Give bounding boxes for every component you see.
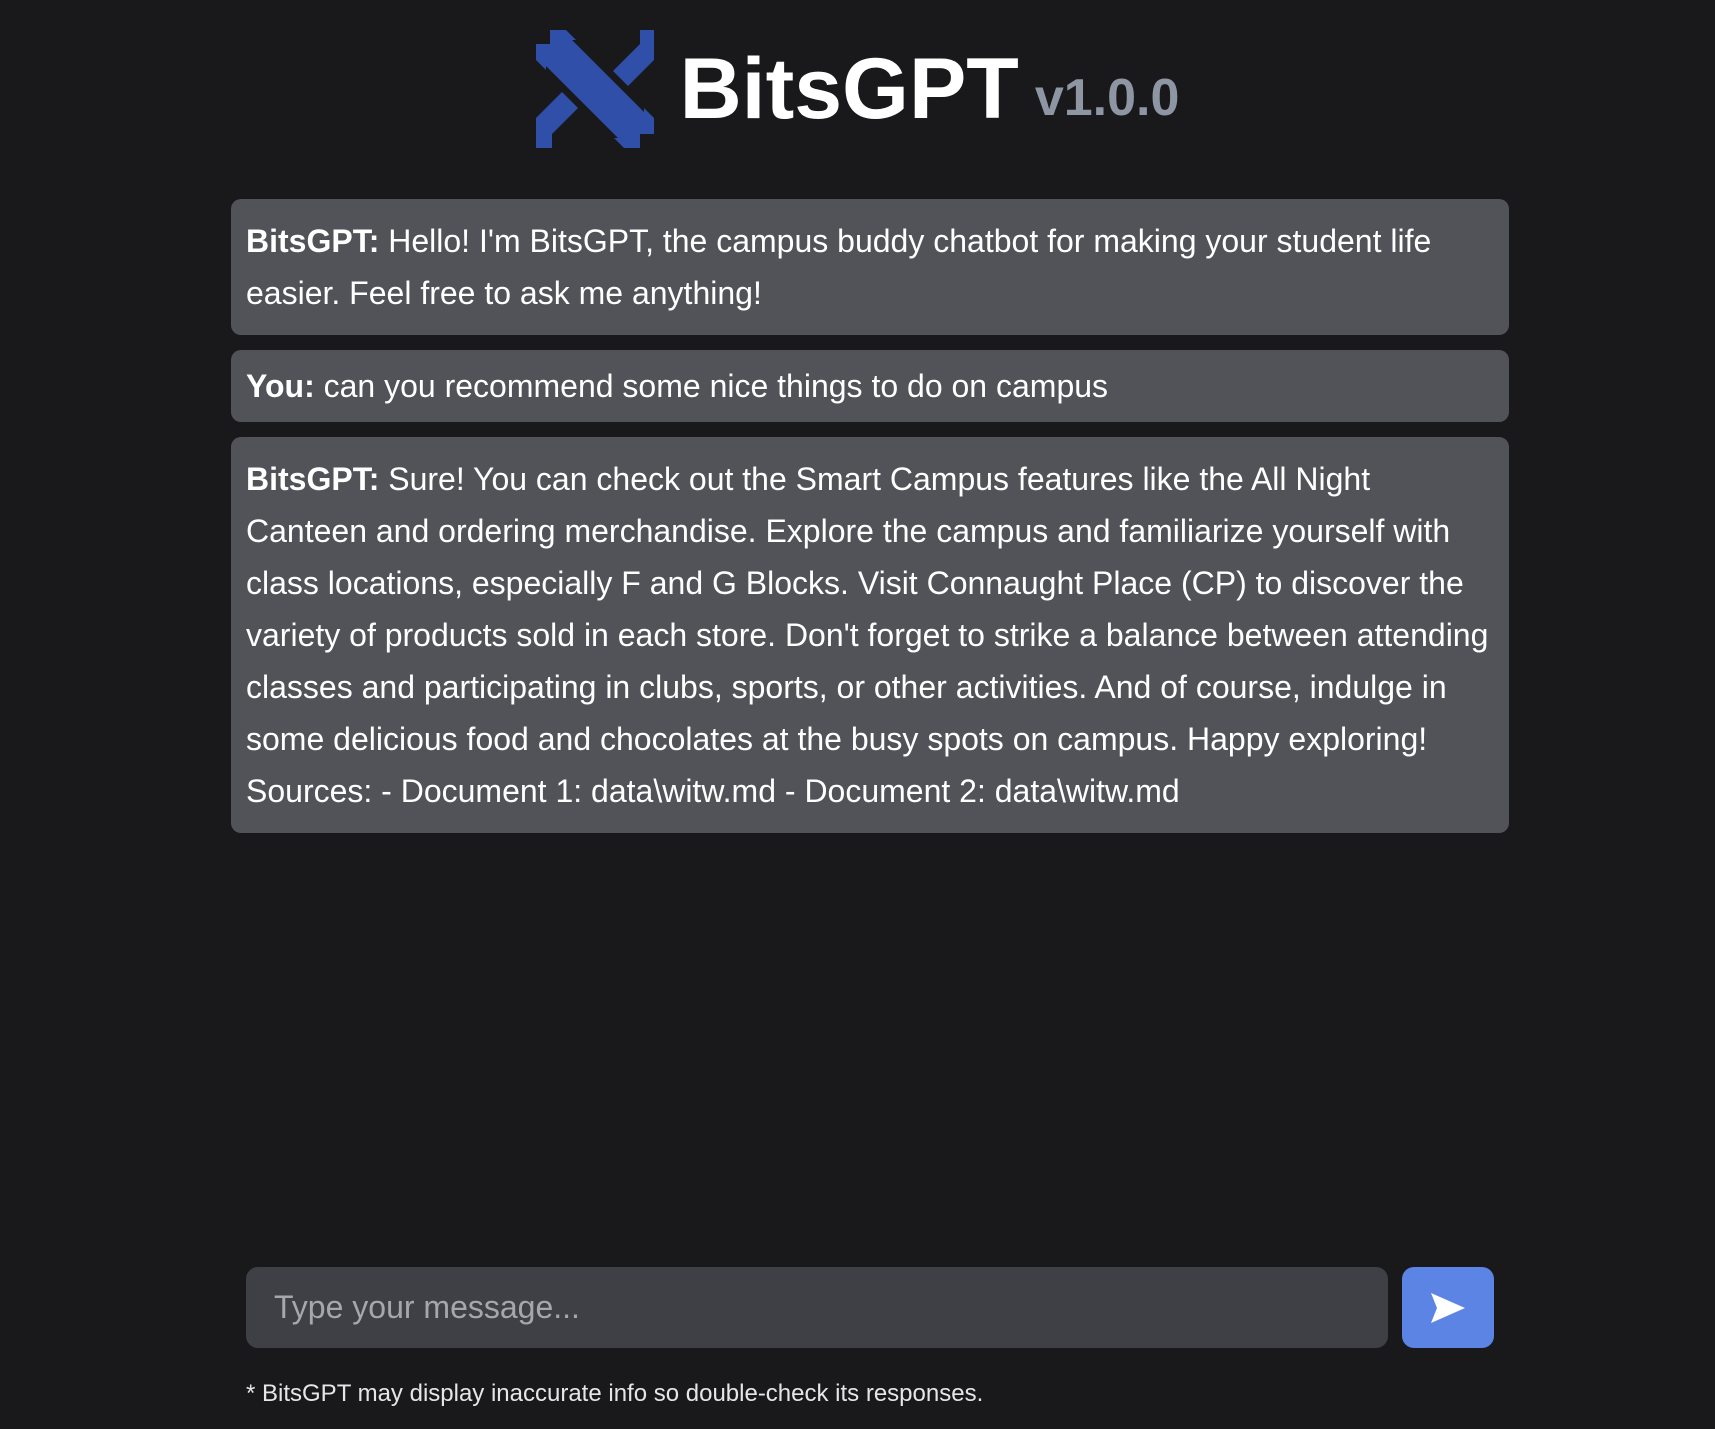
bot-message: BitsGPT: Sure! You can check out the Sma… — [231, 437, 1509, 833]
user-message: You: can you recommend some nice things … — [231, 350, 1509, 422]
crossed-x-logo-icon — [535, 30, 654, 148]
send-arrow-icon — [1431, 1292, 1465, 1323]
brand-title: BitsGPT — [679, 40, 1019, 137]
message-sender: BitsGPT: — [246, 461, 380, 497]
app-header: BitsGPT v1.0.0 — [0, 30, 1715, 148]
chat-log: BitsGPT: Hello! I'm BitsGPT, the campus … — [231, 199, 1509, 848]
send-button[interactable] — [1402, 1267, 1494, 1348]
message-text: can you recommend some nice things to do… — [314, 368, 1109, 404]
message-sender: You: — [246, 368, 315, 404]
message-text: Sure! You can check out the Smart Campus… — [246, 461, 1489, 809]
message-composer — [246, 1267, 1494, 1348]
disclaimer-note: * BitsGPT may display inaccurate info so… — [246, 1380, 984, 1407]
chat-page: BitsGPT v1.0.0 BitsGPT: Hello! I'm BitsG… — [0, 0, 1715, 1429]
message-sender: BitsGPT: — [246, 223, 380, 259]
bot-message: BitsGPT: Hello! I'm BitsGPT, the campus … — [231, 199, 1509, 335]
message-text: Hello! I'm BitsGPT, the campus buddy cha… — [246, 223, 1432, 311]
version-label: v1.0.0 — [1034, 69, 1180, 127]
message-input[interactable] — [246, 1267, 1388, 1348]
